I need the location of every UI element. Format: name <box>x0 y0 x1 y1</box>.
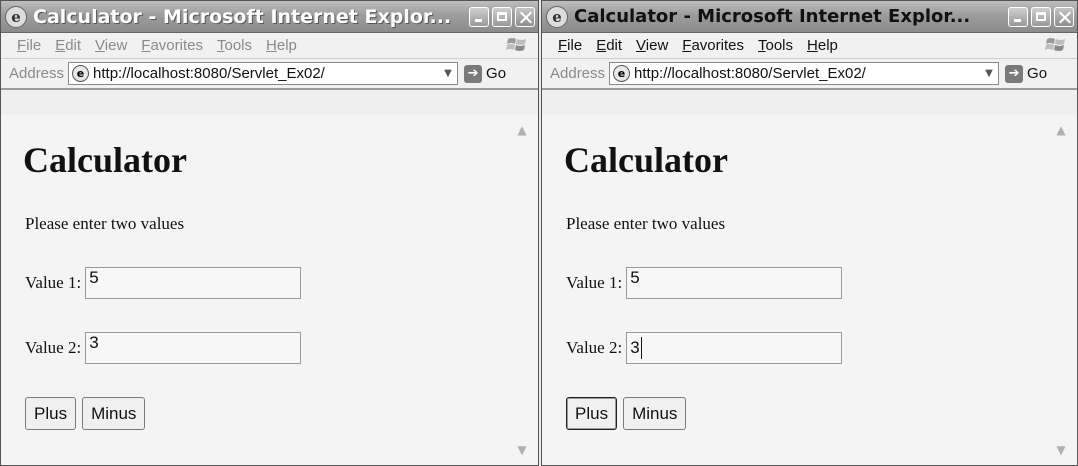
instruction-text: Please enter two values <box>566 214 726 233</box>
browser-window-left: e Calculator - Microsoft Internet Explor… <box>0 0 539 466</box>
address-input[interactable]: e http://localhost:8080/Servlet_Ex02/ ▼ <box>609 62 1000 85</box>
ie-app-icon[interactable]: e <box>546 5 568 28</box>
go-button[interactable]: ➔ Go <box>1005 64 1048 83</box>
go-label: Go <box>486 65 507 82</box>
value2-input[interactable]: 3 <box>626 332 843 364</box>
menu-help[interactable]: Help <box>807 37 838 54</box>
address-bar: Address e http://localhost:8080/Servlet_… <box>542 59 1077 90</box>
arrow-right-icon: ➔ <box>464 64 483 83</box>
plus-button[interactable]: Plus <box>25 397 77 430</box>
value2-text: 3 <box>630 338 640 357</box>
ie-app-icon[interactable]: e <box>5 5 27 28</box>
value2-label: Value 2: <box>25 338 82 357</box>
scroll-down-icon[interactable]: ▼ <box>1051 441 1071 459</box>
value1-label: Value 1: <box>25 273 82 292</box>
close-button[interactable] <box>1054 6 1074 27</box>
page-icon: e <box>72 65 90 82</box>
instruction-text: Please enter two values <box>25 214 185 233</box>
value2-text: 3 <box>89 333 99 352</box>
menu-view[interactable]: View <box>636 37 668 54</box>
close-button[interactable] <box>515 6 535 27</box>
address-bar: Address e http://localhost:8080/Servlet_… <box>1 59 538 90</box>
text-caret <box>640 337 642 359</box>
minus-button[interactable]: Minus <box>623 397 687 430</box>
value1-input[interactable]: 5 <box>85 267 302 299</box>
menu-edit[interactable]: Edit <box>55 37 81 54</box>
title-bar[interactable]: e Calculator - Microsoft Internet Explor… <box>1 1 538 33</box>
menu-tools[interactable]: Tools <box>217 37 252 54</box>
scroll-up-icon[interactable]: ▲ <box>512 121 532 139</box>
chevron-down-icon[interactable]: ▼ <box>980 63 998 84</box>
value1-input[interactable]: 5 <box>626 267 843 299</box>
window-title: Calculator - Microsoft Internet Explor..… <box>574 6 971 27</box>
address-input[interactable]: e http://localhost:8080/Servlet_Ex02/ ▼ <box>68 62 459 85</box>
plus-button[interactable]: Plus <box>566 397 618 430</box>
menu-favorites[interactable]: Favorites <box>682 37 744 54</box>
maximize-button[interactable] <box>1031 6 1051 27</box>
windows-flag-icon <box>1045 38 1065 51</box>
menu-edit[interactable]: Edit <box>596 37 622 54</box>
minus-button[interactable]: Minus <box>82 397 146 430</box>
minimize-button[interactable] <box>469 6 489 27</box>
address-url[interactable]: http://localhost:8080/Servlet_Ex02/ <box>93 65 439 82</box>
title-bar[interactable]: e Calculator - Microsoft Internet Explor… <box>542 1 1077 33</box>
go-button[interactable]: ➔ Go <box>464 64 507 83</box>
scroll-down-icon[interactable]: ▼ <box>512 441 532 459</box>
window-title: Calculator - Microsoft Internet Explor..… <box>33 5 452 28</box>
menu-help[interactable]: Help <box>266 37 297 54</box>
menu-favorites[interactable]: Favorites <box>141 37 203 54</box>
windows-flag-icon <box>506 38 526 51</box>
menu-tools[interactable]: Tools <box>758 37 793 54</box>
page-content: ▲ ▼ Calculator Please enter two values V… <box>1 115 538 465</box>
go-label: Go <box>1027 65 1048 82</box>
value1-text: 5 <box>630 268 640 287</box>
scroll-up-icon[interactable]: ▲ <box>1051 121 1071 139</box>
menu-bar: File Edit View Favorites Tools Help <box>1 33 538 59</box>
chevron-down-icon[interactable]: ▼ <box>439 63 457 84</box>
page-content: ▲ ▼ Calculator Please enter two values V… <box>542 115 1077 465</box>
arrow-right-icon: ➔ <box>1005 64 1024 83</box>
address-label: Address <box>550 65 606 82</box>
value2-input[interactable]: 3 <box>85 332 302 364</box>
page-title: Calculator <box>23 140 187 180</box>
maximize-button[interactable] <box>492 6 512 27</box>
menu-view[interactable]: View <box>95 37 127 54</box>
address-label: Address <box>9 65 65 82</box>
value2-label: Value 2: <box>566 338 623 357</box>
page-icon: e <box>613 65 631 82</box>
menu-file[interactable]: File <box>558 37 582 54</box>
menu-file[interactable]: File <box>17 37 41 54</box>
value1-label: Value 1: <box>566 273 623 292</box>
value1-text: 5 <box>89 268 99 287</box>
minimize-button[interactable] <box>1008 6 1028 27</box>
browser-window-right: e Calculator - Microsoft Internet Explor… <box>541 0 1078 466</box>
page-title: Calculator <box>564 140 728 180</box>
menu-bar: File Edit View Favorites Tools Help <box>542 33 1077 59</box>
address-url[interactable]: http://localhost:8080/Servlet_Ex02/ <box>634 65 980 82</box>
